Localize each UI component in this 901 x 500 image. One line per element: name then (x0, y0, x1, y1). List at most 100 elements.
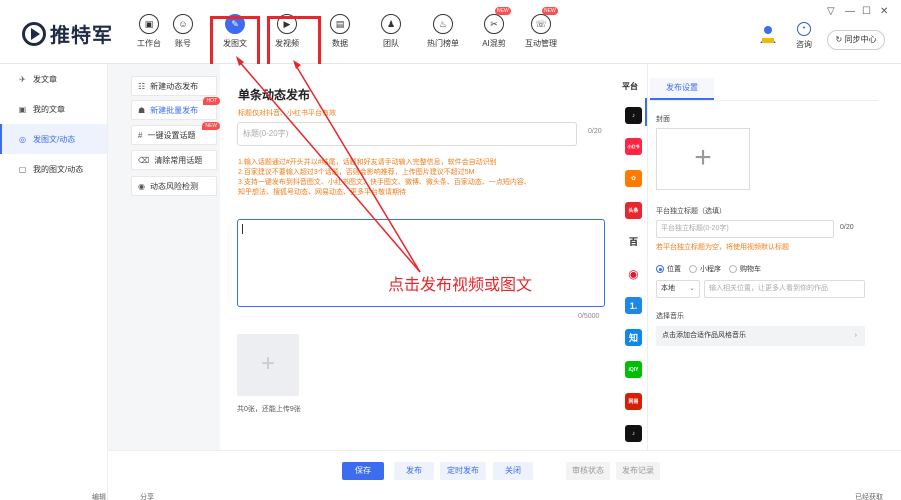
chevron-down-icon: ⌄ (689, 285, 695, 292)
baijiahao-icon[interactable]: 百 (625, 233, 642, 250)
new-badge: NEW (542, 7, 558, 15)
nav-ai-edit[interactable]: ✂ NEW AI混剪 (471, 7, 517, 49)
ai-edit-icon: ✂ (484, 14, 504, 34)
subnav-label: 清除常用话题 (154, 155, 203, 165)
tip-line: 2.百家建议不要输入超过3个话题，否则会影响推荐，上传图片建议不超过5M (238, 169, 475, 176)
title-char-count: 0/20 (588, 128, 602, 135)
sidebar-item-label: 我的图文/动态 (33, 164, 84, 174)
logo-text: 推特军 (50, 25, 113, 47)
sidebar-item-my-articles[interactable]: ▣ 我的文章 (0, 94, 107, 124)
subnav-set-topics[interactable]: # 一键设置话题 NEW (131, 122, 220, 145)
minimize-icon[interactable]: — (845, 6, 855, 17)
menu-dropdown-icon[interactable]: ▽ (827, 6, 835, 17)
page-title: 单条动态发布 (238, 88, 311, 102)
nav-label: 数据 (332, 39, 348, 48)
radio-shopping-cart[interactable] (729, 265, 737, 273)
iqiyi-icon[interactable]: iQIY (625, 361, 642, 378)
headset-icon: • (797, 22, 811, 36)
tip-line: 3.支持一键发布到抖音图文、小红书图文、快手图文、微博、微头条、百家动态、一点短… (238, 179, 531, 186)
underlay-text: 已经获取 (855, 494, 883, 500)
add-image-button[interactable]: + (237, 334, 299, 396)
title-input[interactable]: 标题(0-20字) (237, 122, 577, 146)
nav-account[interactable]: ☺ 账号 (160, 14, 206, 49)
chevron-right-icon: › (854, 332, 857, 339)
data-icon: ▤ (330, 14, 350, 34)
consult-button[interactable]: • 咨询 (790, 22, 818, 50)
radio-mini-program[interactable] (689, 265, 697, 273)
usage-tips: 1.输入话题通过#开头并以#结尾，话题和好友请手动输入完整信息，软件会自动识别 … (238, 158, 588, 198)
sidebar-item-post-article[interactable]: ✈ 发文章 (0, 64, 107, 94)
user-avatar-icon[interactable] (758, 24, 778, 44)
subnav-clear-topics[interactable]: ⌫ 清除常用话题 (131, 150, 217, 170)
hash-icon: # (138, 130, 143, 140)
nav-data[interactable]: ▤ 数据 (317, 14, 363, 49)
sidebar-item-my-images[interactable]: ▢ 我的图文/动态 (0, 154, 107, 184)
save-button[interactable]: 保存 (342, 462, 384, 480)
underlay-text: 编辑 (92, 494, 106, 500)
sync-center-button[interactable]: ↻ 同步中心 (827, 30, 885, 50)
douyin-icon[interactable]: ♪ (625, 107, 642, 124)
nav-team[interactable]: ♟ 团队 (368, 14, 414, 49)
radio-location[interactable] (656, 265, 664, 273)
platform-title-input[interactable]: 平台独立标题(0-20字) (656, 220, 834, 238)
editor-panel: 单条动态发布 标题仅对抖音、小红书平台有效 标题(0-20字) 0/20 1.输… (220, 64, 618, 450)
yidian-icon[interactable]: 1. (625, 297, 642, 314)
highlight-post-video (267, 16, 321, 70)
highlight-post-image (210, 16, 260, 70)
nav-hot-list[interactable]: ♨ 热门榜单 (420, 14, 466, 49)
maximize-icon[interactable]: ☐ (862, 6, 871, 17)
radio-label: 小程序 (700, 266, 721, 273)
shield-check-icon: ◉ (138, 181, 145, 191)
subnav-new-post[interactable]: ☷ 新建动态发布 (131, 76, 217, 96)
kuaishou-icon[interactable]: ✿ (625, 170, 642, 187)
select-music-button[interactable]: 点击添加合适作品风格音乐 › (656, 326, 865, 346)
close-icon[interactable]: ✕ (880, 6, 888, 17)
publish-button[interactable]: 发布 (394, 462, 434, 480)
stack-icon: ☗ (138, 105, 146, 115)
music-label: 选择音乐 (656, 313, 684, 320)
publish-record-button[interactable]: 发布记录 (616, 462, 660, 480)
location-input[interactable]: 输入相关位置，让更多人看到你的作品 (704, 280, 865, 298)
review-status-button[interactable]: 审核状态 (566, 462, 610, 480)
logo-play-icon (22, 21, 46, 46)
top-bar: 推特军 ▣ 工作台 ☺ 账号 ✎ 发图文 ▶ 发视频 ▤ 数据 ♟ 团队 ♨ 热… (0, 0, 901, 64)
radio-label: 购物车 (740, 266, 761, 273)
close-button[interactable]: 关闭 (493, 462, 533, 480)
schedule-publish-button[interactable]: 定时发布 (440, 462, 486, 480)
target-icon: ◎ (19, 134, 26, 144)
app-logo: 推特军 (22, 19, 113, 48)
paper-plane-icon: ✈ (19, 74, 26, 84)
hot-tag: HOT (203, 97, 220, 105)
consult-label: 咨询 (796, 40, 812, 49)
flame-icon: ♨ (433, 14, 453, 34)
settings-panel: 发布设置 封面 + 平台独立标题（选填） 平台独立标题(0-20字) 0/20 … (648, 64, 901, 450)
tab-divider (648, 100, 878, 101)
bottom-action-bar: 保存 发布 定时发布 关闭 审核状态 发布记录 (108, 450, 901, 490)
tab-publish-settings[interactable]: 发布设置 (650, 78, 714, 100)
subnav-risk-check[interactable]: ◉ 动态风险检测 (131, 176, 217, 196)
tip-line: 知乎想法、搜狐号动态、网易动态、更多平台敬请期待 (238, 189, 406, 196)
nav-interaction[interactable]: ☏ NEW 互动管理 (518, 7, 564, 49)
toutiao-icon[interactable]: 头条 (625, 202, 642, 219)
subnav-label: 新建批量发布 (150, 105, 199, 115)
xiaohongshu-icon[interactable]: 小红书 (625, 138, 642, 155)
sidebar-item-post-image[interactable]: ◎ 发图文/动态 (0, 124, 107, 154)
subnav-label: 一键设置话题 (147, 130, 196, 140)
douyin-icon[interactable]: ♪ (625, 425, 642, 442)
sidebar-item-label: 发图文/动态 (33, 134, 76, 144)
new-badge: NEW (495, 7, 511, 15)
nav-label: 互动管理 (525, 39, 557, 48)
document-icon: ▣ (18, 104, 27, 114)
zhihu-icon[interactable]: 知 (625, 329, 642, 346)
image-icon: ▢ (18, 164, 27, 174)
underlay-text: 分享 (140, 494, 154, 500)
wangyi-icon[interactable]: 网易 (625, 393, 642, 410)
location-scope-select[interactable]: 本地 ⌄ (656, 280, 700, 298)
cover-upload[interactable]: + (656, 128, 750, 190)
nav-label: 团队 (383, 39, 399, 48)
weibo-icon[interactable]: ◉ (625, 265, 642, 282)
subnav-label: 新建动态发布 (150, 81, 199, 91)
subnav-batch-post[interactable]: ☗ 新建批量发布 HOT (131, 97, 220, 120)
team-icon: ♟ (381, 14, 401, 34)
sidebar-item-label: 发文章 (33, 74, 57, 84)
